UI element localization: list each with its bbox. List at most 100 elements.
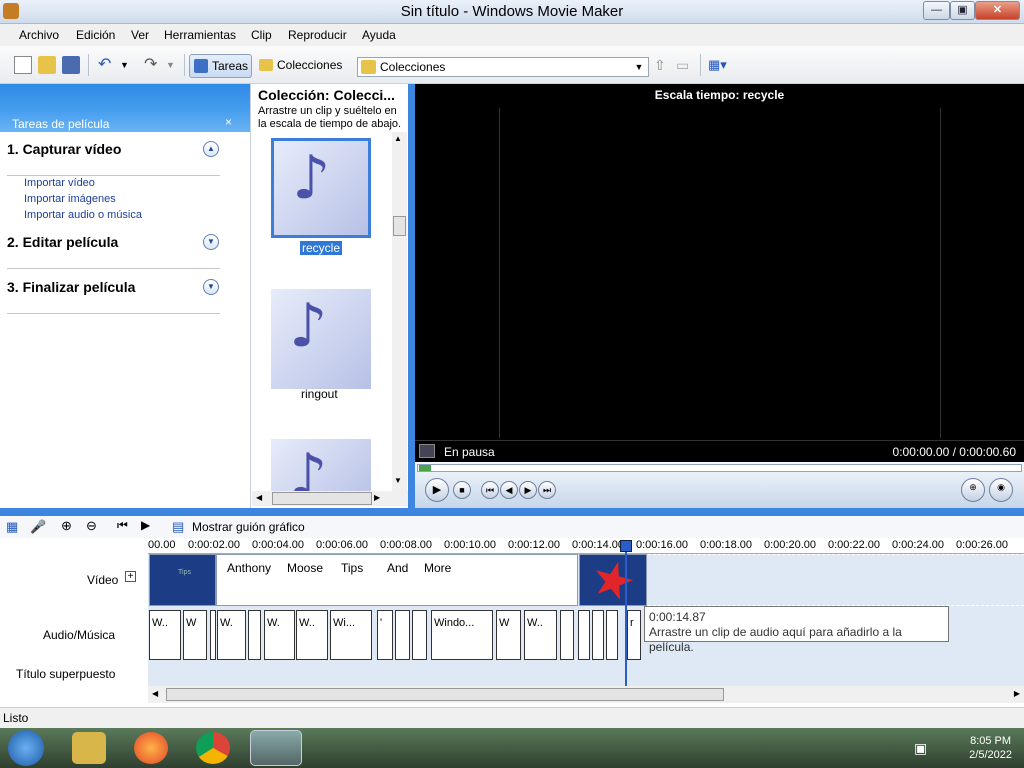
timeline-horizontal-scrollbar[interactable]: ◀ ▶ <box>148 686 1024 703</box>
audio-clip[interactable] <box>606 610 618 660</box>
save-project-icon[interactable] <box>62 56 80 74</box>
playhead-handle[interactable] <box>620 540 632 552</box>
minimize-button[interactable]: — <box>923 1 950 20</box>
chrome-icon[interactable] <box>196 732 230 764</box>
collection-vertical-scrollbar[interactable]: ▲ ▼ <box>392 132 407 492</box>
scroll-left-icon[interactable]: ◀ <box>256 493 262 502</box>
audio-clip[interactable]: W. <box>264 610 295 660</box>
audio-clip[interactable]: W <box>496 610 521 660</box>
redo-dropdown-icon[interactable]: ▼ <box>166 56 184 74</box>
forward-icon[interactable]: ▶ <box>519 481 537 499</box>
scroll-thumb[interactable] <box>393 216 406 236</box>
view-options-icon[interactable]: ▦▾ <box>708 56 736 74</box>
scroll-up-icon[interactable]: ▲ <box>394 134 402 143</box>
seek-thumb[interactable] <box>419 465 431 471</box>
menu-herramientas[interactable]: Herramientas <box>164 28 236 42</box>
audio-clip[interactable]: Wi... <box>330 610 372 660</box>
network-icon[interactable]: ▣ <box>914 740 927 757</box>
play-timeline-icon[interactable]: ▶ <box>141 518 150 532</box>
previous-frame-icon[interactable]: ⏮ <box>481 481 499 499</box>
chevron-down-icon[interactable]: ▼ <box>203 279 219 295</box>
audio-clip[interactable] <box>412 610 427 660</box>
section-finish-movie[interactable]: 3. Finalizar película <box>7 279 135 295</box>
undo-icon[interactable]: ↶ <box>98 56 116 74</box>
play-icon[interactable]: ▶ <box>425 478 449 502</box>
split-clip-icon[interactable]: ⊕ <box>961 478 985 502</box>
video-clip[interactable]: Anthony Moose Tips And More <box>216 554 578 606</box>
tasks-button[interactable]: Tareas <box>189 54 252 78</box>
empty-video-area[interactable] <box>648 554 1024 606</box>
collection-item-ringout[interactable]: ♪ <box>271 289 371 389</box>
scroll-down-icon[interactable]: ▼ <box>394 476 402 485</box>
audio-clip[interactable] <box>560 610 574 660</box>
close-button[interactable]: ✕ <box>975 1 1020 20</box>
chevron-up-icon[interactable]: ▲ <box>203 141 219 157</box>
movie-maker-taskbar-icon[interactable] <box>250 730 302 766</box>
audio-clip[interactable]: Windo... <box>431 610 493 660</box>
title-overlay-track[interactable] <box>148 662 1024 686</box>
audio-clip[interactable]: r <box>627 610 641 660</box>
video-clip[interactable]: Tips <box>149 554 216 606</box>
audio-clip[interactable]: W.. <box>296 610 328 660</box>
show-storyboard-button[interactable]: Mostrar guión gráfico <box>192 520 305 534</box>
start-button[interactable] <box>8 730 44 766</box>
audio-clip[interactable]: W. <box>217 610 246 660</box>
audio-clip[interactable]: W.. <box>524 610 557 660</box>
narrate-icon[interactable]: 🎤 <box>30 519 46 535</box>
chevron-down-icon[interactable]: ▼ <box>632 58 646 76</box>
audio-clip[interactable] <box>210 610 216 660</box>
import-images-link[interactable]: Importar imágenes <box>24 193 116 205</box>
video-track[interactable]: Tips Anthony Moose Tips And More <box>148 554 1024 608</box>
zoom-in-icon[interactable]: ⊕ <box>61 518 72 534</box>
undo-dropdown-icon[interactable]: ▼ <box>120 56 138 74</box>
new-collection-icon[interactable]: ▭ <box>676 56 694 74</box>
playhead[interactable] <box>625 540 627 686</box>
system-clock[interactable]: 8:05 PM 2/5/2022 <box>969 734 1012 762</box>
audio-clip[interactable]: ' <box>377 610 393 660</box>
rewind-timeline-icon[interactable]: ⏮ <box>117 518 128 533</box>
section-edit-movie[interactable]: 2. Editar película <box>7 234 118 250</box>
scroll-right-icon[interactable]: ▶ <box>1014 689 1020 698</box>
firefox-icon[interactable] <box>134 732 168 764</box>
menu-clip[interactable]: Clip <box>251 28 272 42</box>
audio-clip[interactable]: W.. <box>149 610 181 660</box>
section-capture-video[interactable]: 1. Capturar vídeo <box>7 141 121 157</box>
pane-divider[interactable] <box>408 84 415 508</box>
menu-reproducir[interactable]: Reproducir <box>288 28 347 42</box>
close-icon[interactable]: × <box>225 115 232 129</box>
scroll-thumb[interactable] <box>166 688 724 701</box>
collection-horizontal-scrollbar[interactable]: ◀ ▶ <box>252 491 408 506</box>
video-clip-starburst[interactable] <box>579 554 647 606</box>
collections-button[interactable]: Colecciones <box>257 54 342 78</box>
audio-clip[interactable] <box>248 610 261 660</box>
import-audio-link[interactable]: Importar audio o música <box>24 209 142 221</box>
zoom-out-icon[interactable]: ⊖ <box>86 518 97 534</box>
menu-archivo[interactable]: Archivo <box>19 28 59 42</box>
rewind-icon[interactable]: ◀ <box>500 481 518 499</box>
up-level-icon[interactable]: ⇧ <box>654 56 672 74</box>
maximize-button[interactable]: ▣ <box>950 1 975 20</box>
open-project-icon[interactable] <box>38 56 56 74</box>
scroll-right-icon[interactable]: ▶ <box>374 493 380 502</box>
chevron-down-icon[interactable]: ▼ <box>203 234 219 250</box>
file-explorer-icon[interactable] <box>72 732 106 764</box>
scroll-left-icon[interactable]: ◀ <box>152 689 158 698</box>
next-frame-icon[interactable]: ⏭ <box>538 481 556 499</box>
menu-ayuda[interactable]: Ayuda <box>362 28 396 42</box>
audio-clip[interactable] <box>592 610 604 660</box>
audio-clip[interactable]: W <box>183 610 207 660</box>
menu-edicion[interactable]: Edición <box>76 28 115 42</box>
new-project-icon[interactable] <box>14 56 32 74</box>
audio-clip[interactable] <box>395 610 410 660</box>
timeline-ruler[interactable]: 00.00 0:00:02.00 0:00:04.00 0:00:06.00 0… <box>148 538 1024 554</box>
timeline-settings-icon[interactable]: ▦ <box>6 519 18 535</box>
stop-icon[interactable]: ■ <box>453 481 471 499</box>
import-video-link[interactable]: Importar vídeo <box>24 177 95 189</box>
collection-item-recycle[interactable]: ♪ <box>271 138 371 238</box>
audio-clip[interactable] <box>578 610 590 660</box>
scroll-thumb[interactable] <box>272 492 372 505</box>
collection-select[interactable]: Colecciones ▼ <box>357 57 649 77</box>
redo-icon[interactable]: ↷ <box>144 56 162 74</box>
expand-icon[interactable]: + <box>125 571 136 582</box>
menu-ver[interactable]: Ver <box>131 28 149 42</box>
